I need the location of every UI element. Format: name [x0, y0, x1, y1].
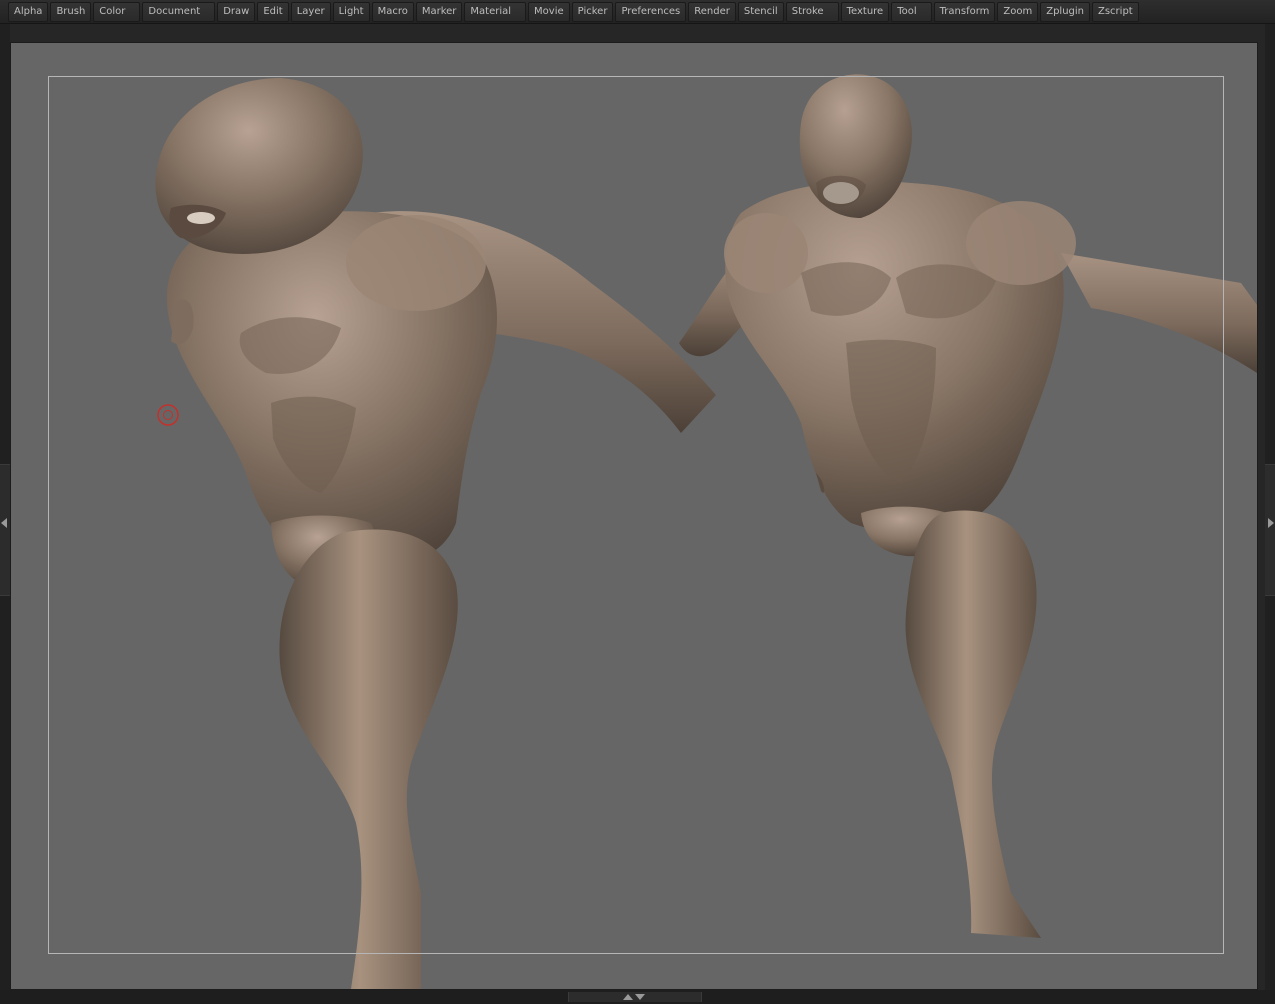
creature-model-right[interactable]	[679, 74, 1257, 938]
chevron-right-icon[interactable]	[1268, 518, 1274, 528]
menu-transform[interactable]: Transform	[933, 1, 996, 22]
menu-color[interactable]: Color	[93, 1, 141, 22]
menu-render[interactable]: Render	[688, 1, 736, 22]
menu-movie[interactable]: Movie	[528, 1, 570, 22]
menu-layer[interactable]: Layer	[290, 1, 331, 22]
right-tray-handle[interactable]	[1265, 464, 1275, 596]
chevron-up-down-icon[interactable]	[623, 992, 645, 1002]
menu-tool[interactable]: Tool	[891, 1, 932, 22]
left-tray-handle[interactable]	[0, 464, 10, 596]
chevron-left-icon[interactable]	[1, 518, 7, 528]
left-tray	[0, 24, 10, 990]
menu-preferences[interactable]: Preferences	[615, 1, 687, 22]
menu-zoom[interactable]: Zoom	[997, 1, 1039, 22]
menu-marker[interactable]: Marker	[415, 1, 463, 22]
menu-macro[interactable]: Macro	[371, 1, 414, 22]
menu-alpha[interactable]: Alpha	[8, 1, 49, 22]
right-tray	[1265, 24, 1275, 990]
main-menu-bar: Alpha Brush Color Document Draw Edit Lay…	[0, 0, 1275, 24]
menu-stroke[interactable]: Stroke	[785, 1, 839, 22]
sculpt-viewport[interactable]	[11, 43, 1257, 989]
menu-light[interactable]: Light	[332, 1, 370, 22]
menu-draw[interactable]: Draw	[217, 1, 256, 22]
zbrush-window: Alpha Brush Color Document Draw Edit Lay…	[0, 0, 1275, 1004]
menu-texture[interactable]: Texture	[840, 1, 890, 22]
bottom-tray	[0, 990, 1275, 1004]
menu-brush[interactable]: Brush	[50, 1, 92, 22]
creature-model-left[interactable]	[155, 78, 716, 989]
brush-cursor-icon	[157, 404, 179, 426]
menu-zscript[interactable]: Zscript	[1092, 1, 1139, 22]
document-canvas[interactable]	[10, 42, 1258, 990]
menu-document[interactable]: Document	[142, 1, 216, 22]
menu-picker[interactable]: Picker	[571, 1, 614, 22]
menu-stencil[interactable]: Stencil	[737, 1, 784, 22]
menu-zplugin[interactable]: Zplugin	[1040, 1, 1090, 22]
menu-edit[interactable]: Edit	[257, 1, 289, 22]
menu-material[interactable]: Material	[464, 1, 527, 22]
